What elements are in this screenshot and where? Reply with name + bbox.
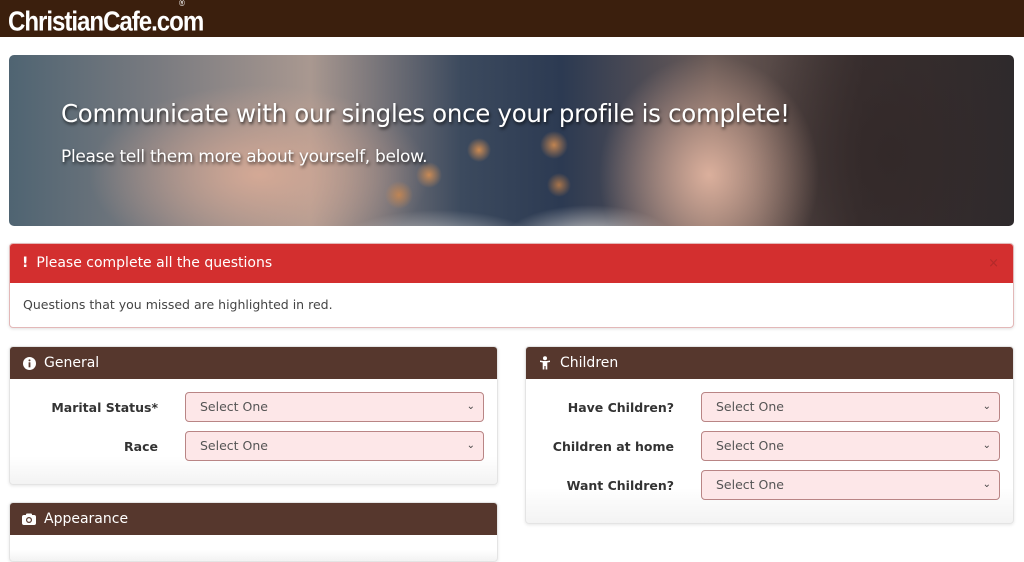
chevron-down-icon: ⌄ [982, 440, 991, 451]
have-children-select[interactable]: Select One ⌄ [701, 392, 1000, 422]
want-children-label: Want Children? [566, 478, 674, 493]
race-label: Race [124, 439, 158, 454]
camera-icon [22, 512, 36, 526]
appearance-panel-title: Appearance [44, 511, 129, 527]
hero-subtitle: Please tell them more about yourself, be… [61, 147, 428, 167]
race-value: Select One [200, 438, 268, 453]
chevron-down-icon: ⌄ [982, 479, 991, 490]
children-panel-header: Children [526, 347, 1013, 379]
have-children-label: Have Children? [567, 400, 674, 415]
alert-message: Questions that you missed are highlighte… [23, 297, 333, 312]
chevron-down-icon: ⌄ [982, 401, 991, 412]
want-children-select[interactable]: Select One ⌄ [701, 470, 1000, 500]
alert-title: Please complete all the questions [36, 255, 273, 271]
error-alert: ! Please complete all the questions × Que… [9, 243, 1014, 328]
general-panel: General Marital Status* Select One ⌄ Rac… [9, 346, 498, 485]
have-children-value: Select One [716, 399, 784, 414]
want-children-value: Select One [716, 477, 784, 492]
children-at-home-label: Children at home [552, 439, 674, 454]
logo-text: ChristianCafe.com [8, 5, 204, 37]
general-panel-title: General [44, 355, 100, 371]
chevron-down-icon: ⌄ [466, 401, 475, 412]
site-logo[interactable]: ChristianCafe.com® [8, 0, 204, 37]
marital-status-select[interactable]: Select One ⌄ [185, 392, 484, 422]
appearance-panel: Appearance [9, 502, 498, 562]
child-icon [538, 356, 552, 370]
alert-header: ! Please complete all the questions × [10, 244, 1013, 283]
children-panel: Children Have Children? Select One ⌄ Chi… [525, 346, 1014, 524]
marital-status-value: Select One [200, 399, 268, 414]
race-select[interactable]: Select One ⌄ [185, 431, 484, 461]
general-panel-header: General [10, 347, 497, 379]
top-header-bar: ChristianCafe.com® [0, 0, 1024, 37]
children-at-home-value: Select One [716, 438, 784, 453]
children-at-home-select[interactable]: Select One ⌄ [701, 431, 1000, 461]
hero-title: Communicate with our singles once your p… [61, 99, 790, 128]
hero-banner: Communicate with our singles once your p… [9, 55, 1014, 226]
close-icon[interactable]: × [988, 244, 999, 283]
marital-status-label: Marital Status* [51, 400, 158, 415]
exclamation-icon: ! [22, 255, 29, 271]
children-panel-title: Children [560, 355, 619, 371]
registered-mark: ® [179, 0, 185, 8]
chevron-down-icon: ⌄ [466, 440, 475, 451]
info-circle-icon [22, 356, 36, 370]
appearance-panel-header: Appearance [10, 503, 497, 535]
